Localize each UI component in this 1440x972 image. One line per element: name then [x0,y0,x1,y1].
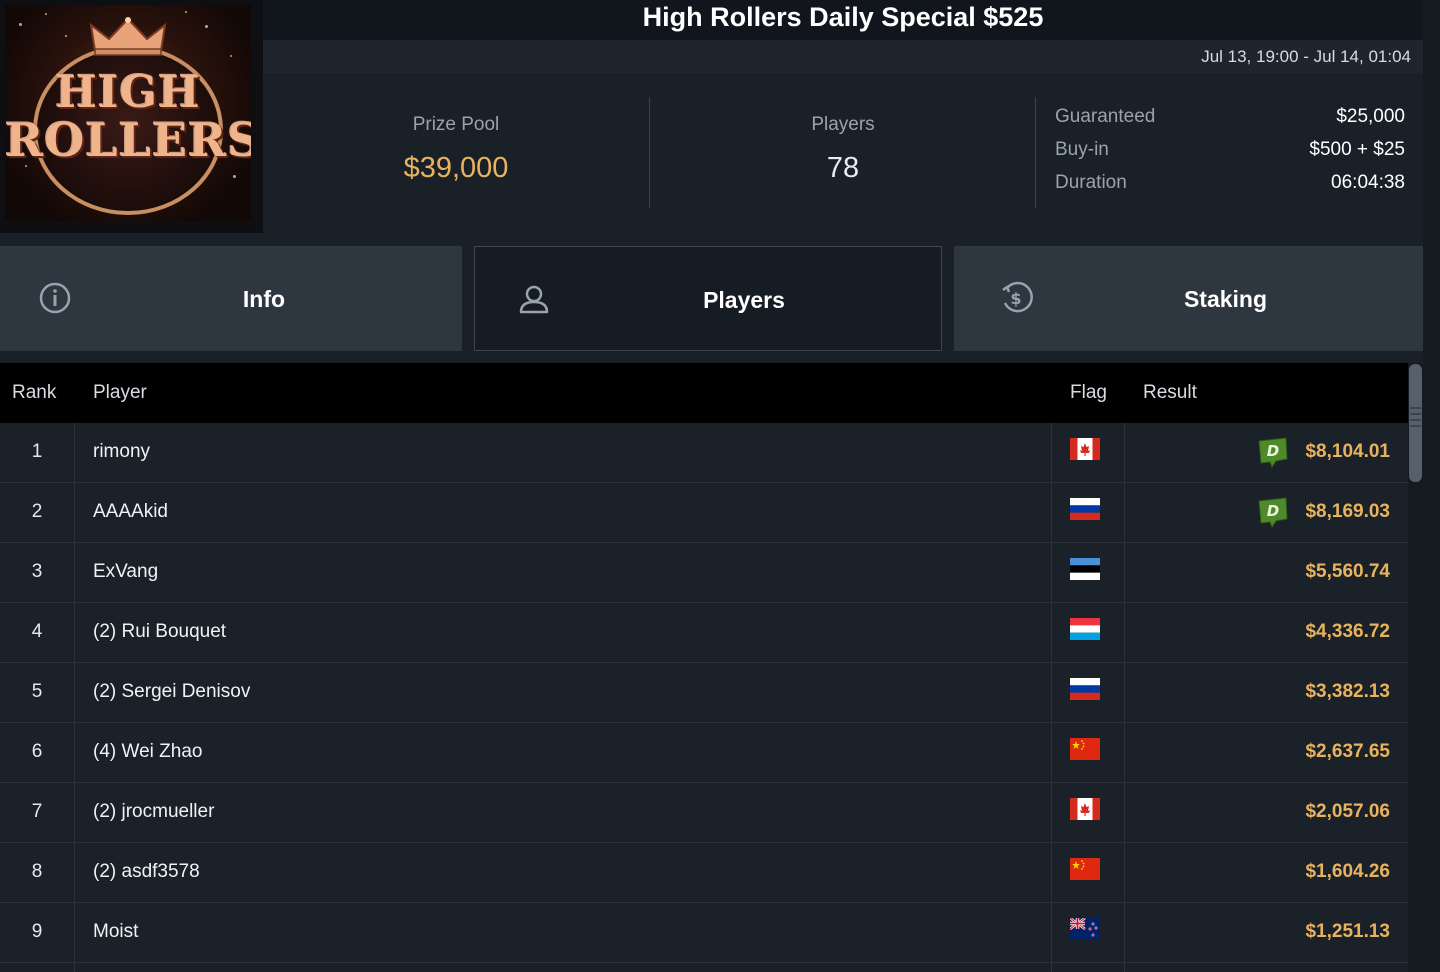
detail-value: 06:04:38 [1331,172,1405,193]
tournament-logo: HIGH ROLLERS [5,5,251,221]
player-name[interactable]: (2) Rui Bouquet [93,621,226,643]
detail-row-buyin: Buy-in $500 + $25 [1055,139,1405,172]
prize-pool-value: $39,000 [403,152,509,184]
scrollbar-grip [1410,425,1421,427]
detail-key: Buy-in [1055,139,1109,160]
tab-players[interactable]: Players [474,246,942,351]
detail-value: $500 + $25 [1309,139,1405,160]
table-row[interactable]: 1 rimony D $8,104.01 [0,423,1408,483]
tournament-lobby: HIGH ROLLERS High Rollers Daily Special … [0,0,1440,972]
stats-panel: Prize Pool $39,000 Players 78 Guaranteed… [263,97,1423,208]
result-cell: $4,336.72 [1305,621,1390,642]
right-edge [1423,0,1440,972]
tournament-logo-frame: HIGH ROLLERS [0,0,263,233]
header-rank[interactable]: Rank [12,382,56,404]
players-table-header: Rank Player Flag Result [0,363,1408,423]
table-row[interactable]: 4 (2) Rui Bouquet $4,336.72 [0,603,1408,663]
prize-pool-stat: Prize Pool $39,000 [263,97,649,208]
player-name[interactable]: (2) jrocmueller [93,801,214,823]
flag-estonia-icon [1070,558,1100,580]
detail-value: $25,000 [1336,106,1405,127]
result-cell: $1,604.26 [1305,861,1390,882]
badge-letter: D [1267,502,1279,520]
flag-new-zealand-icon [1070,918,1100,940]
header-flag[interactable]: Flag [1070,382,1107,404]
player-name[interactable]: (2) Sergei Denisov [93,681,250,703]
table-row[interactable]: 3 ExVang $5,560.74 [0,543,1408,603]
result-cell: $1,251.13 [1305,921,1390,942]
table-row[interactable]: 2 AAAAkid D $8,169.03 [0,483,1408,543]
rank-cell: 5 [31,681,43,702]
badge-letter: D [1267,442,1279,460]
players-label: Players [811,114,875,135]
scrollbar-thumb[interactable] [1409,364,1422,482]
scrollbar-grip [1410,407,1421,409]
rank-cell: 1 [31,441,43,462]
tab-staking-label: Staking [1183,286,1268,312]
player-name[interactable]: rimony [93,441,150,463]
divider [1035,97,1036,208]
flag-china-icon [1070,858,1100,880]
table-row[interactable]: 5 (2) Sergei Denisov $3,382.13 [0,663,1408,723]
detail-key: Guaranteed [1055,106,1156,127]
logo-text-rollers: ROLLERS [5,113,251,167]
tab-info-label: Info [242,286,286,312]
detail-row-duration: Duration 06:04:38 [1055,172,1405,205]
tournament-details: Guaranteed $25,000 Buy-in $500 + $25 Dur… [1055,106,1405,205]
tab-info[interactable]: Info [0,246,462,351]
player-name[interactable]: AAAAkid [93,501,168,523]
prize-pool-label: Prize Pool [412,114,500,135]
rank-cell: 4 [31,621,43,642]
result-cell: $3,382.13 [1305,681,1390,702]
flag-russia-icon [1070,678,1100,700]
flag-russia-icon [1070,498,1100,520]
table-row[interactable]: 7 (2) jrocmueller $2,057.06 [0,783,1408,843]
tournament-title: High Rollers Daily Special $525 [642,2,1044,32]
column-divider [74,423,75,972]
table-row[interactable]: 6 (4) Wei Zhao $2,637.65 [0,723,1408,783]
rank-cell: 6 [31,741,43,762]
flag-canada-icon [1070,438,1100,460]
tab-staking[interactable]: $ Staking [954,246,1423,351]
tournament-date-range: Jul 13, 19:00 - Jul 14, 01:04 [1201,47,1411,66]
players-table-body: 1 rimony D $8,104.01 2 AAAAkid D $8,169.03 3 ExVa… [0,423,1408,963]
result-cell: $2,637.65 [1305,741,1390,762]
result-cell: $8,104.01 [1305,441,1390,462]
players-stat: Players 78 [650,97,1036,208]
deal-badge-icon: D [1256,495,1290,529]
deal-badge-icon: D [1256,435,1290,469]
tab-players-label: Players [703,287,785,313]
flag-canada-icon [1070,798,1100,820]
table-row[interactable]: 9 Moist $1,251.13 [0,903,1408,963]
header-result[interactable]: Result [1143,382,1197,404]
player-name[interactable]: (2) asdf3578 [93,861,200,883]
column-divider [1051,423,1052,972]
result-cell: $5,560.74 [1305,561,1390,582]
table-row[interactable]: 8 (2) asdf3578 $1,604.26 [0,843,1408,903]
rank-cell: 3 [31,561,43,582]
players-value: 78 [826,152,860,184]
player-name[interactable]: ExVang [93,561,158,583]
column-divider [1124,423,1125,972]
player-name[interactable]: (4) Wei Zhao [93,741,202,763]
detail-key: Duration [1055,172,1127,193]
logo-text-high: HIGH [55,67,201,118]
crown-icon [89,17,167,56]
rank-cell: 7 [31,801,43,822]
flag-china-icon [1070,738,1100,760]
header-player[interactable]: Player [93,382,147,404]
player-name[interactable]: Moist [93,921,138,943]
result-cell: $2,057.06 [1305,801,1390,822]
rank-cell: 9 [31,921,43,942]
scrollbar-grip [1410,419,1421,421]
detail-row-guaranteed: Guaranteed $25,000 [1055,106,1405,139]
scrollbar-grip [1410,413,1421,415]
result-cell: $8,169.03 [1305,501,1390,522]
rank-cell: 2 [31,501,43,522]
flag-luxembourg-icon [1070,618,1100,640]
rank-cell: 8 [31,861,43,882]
